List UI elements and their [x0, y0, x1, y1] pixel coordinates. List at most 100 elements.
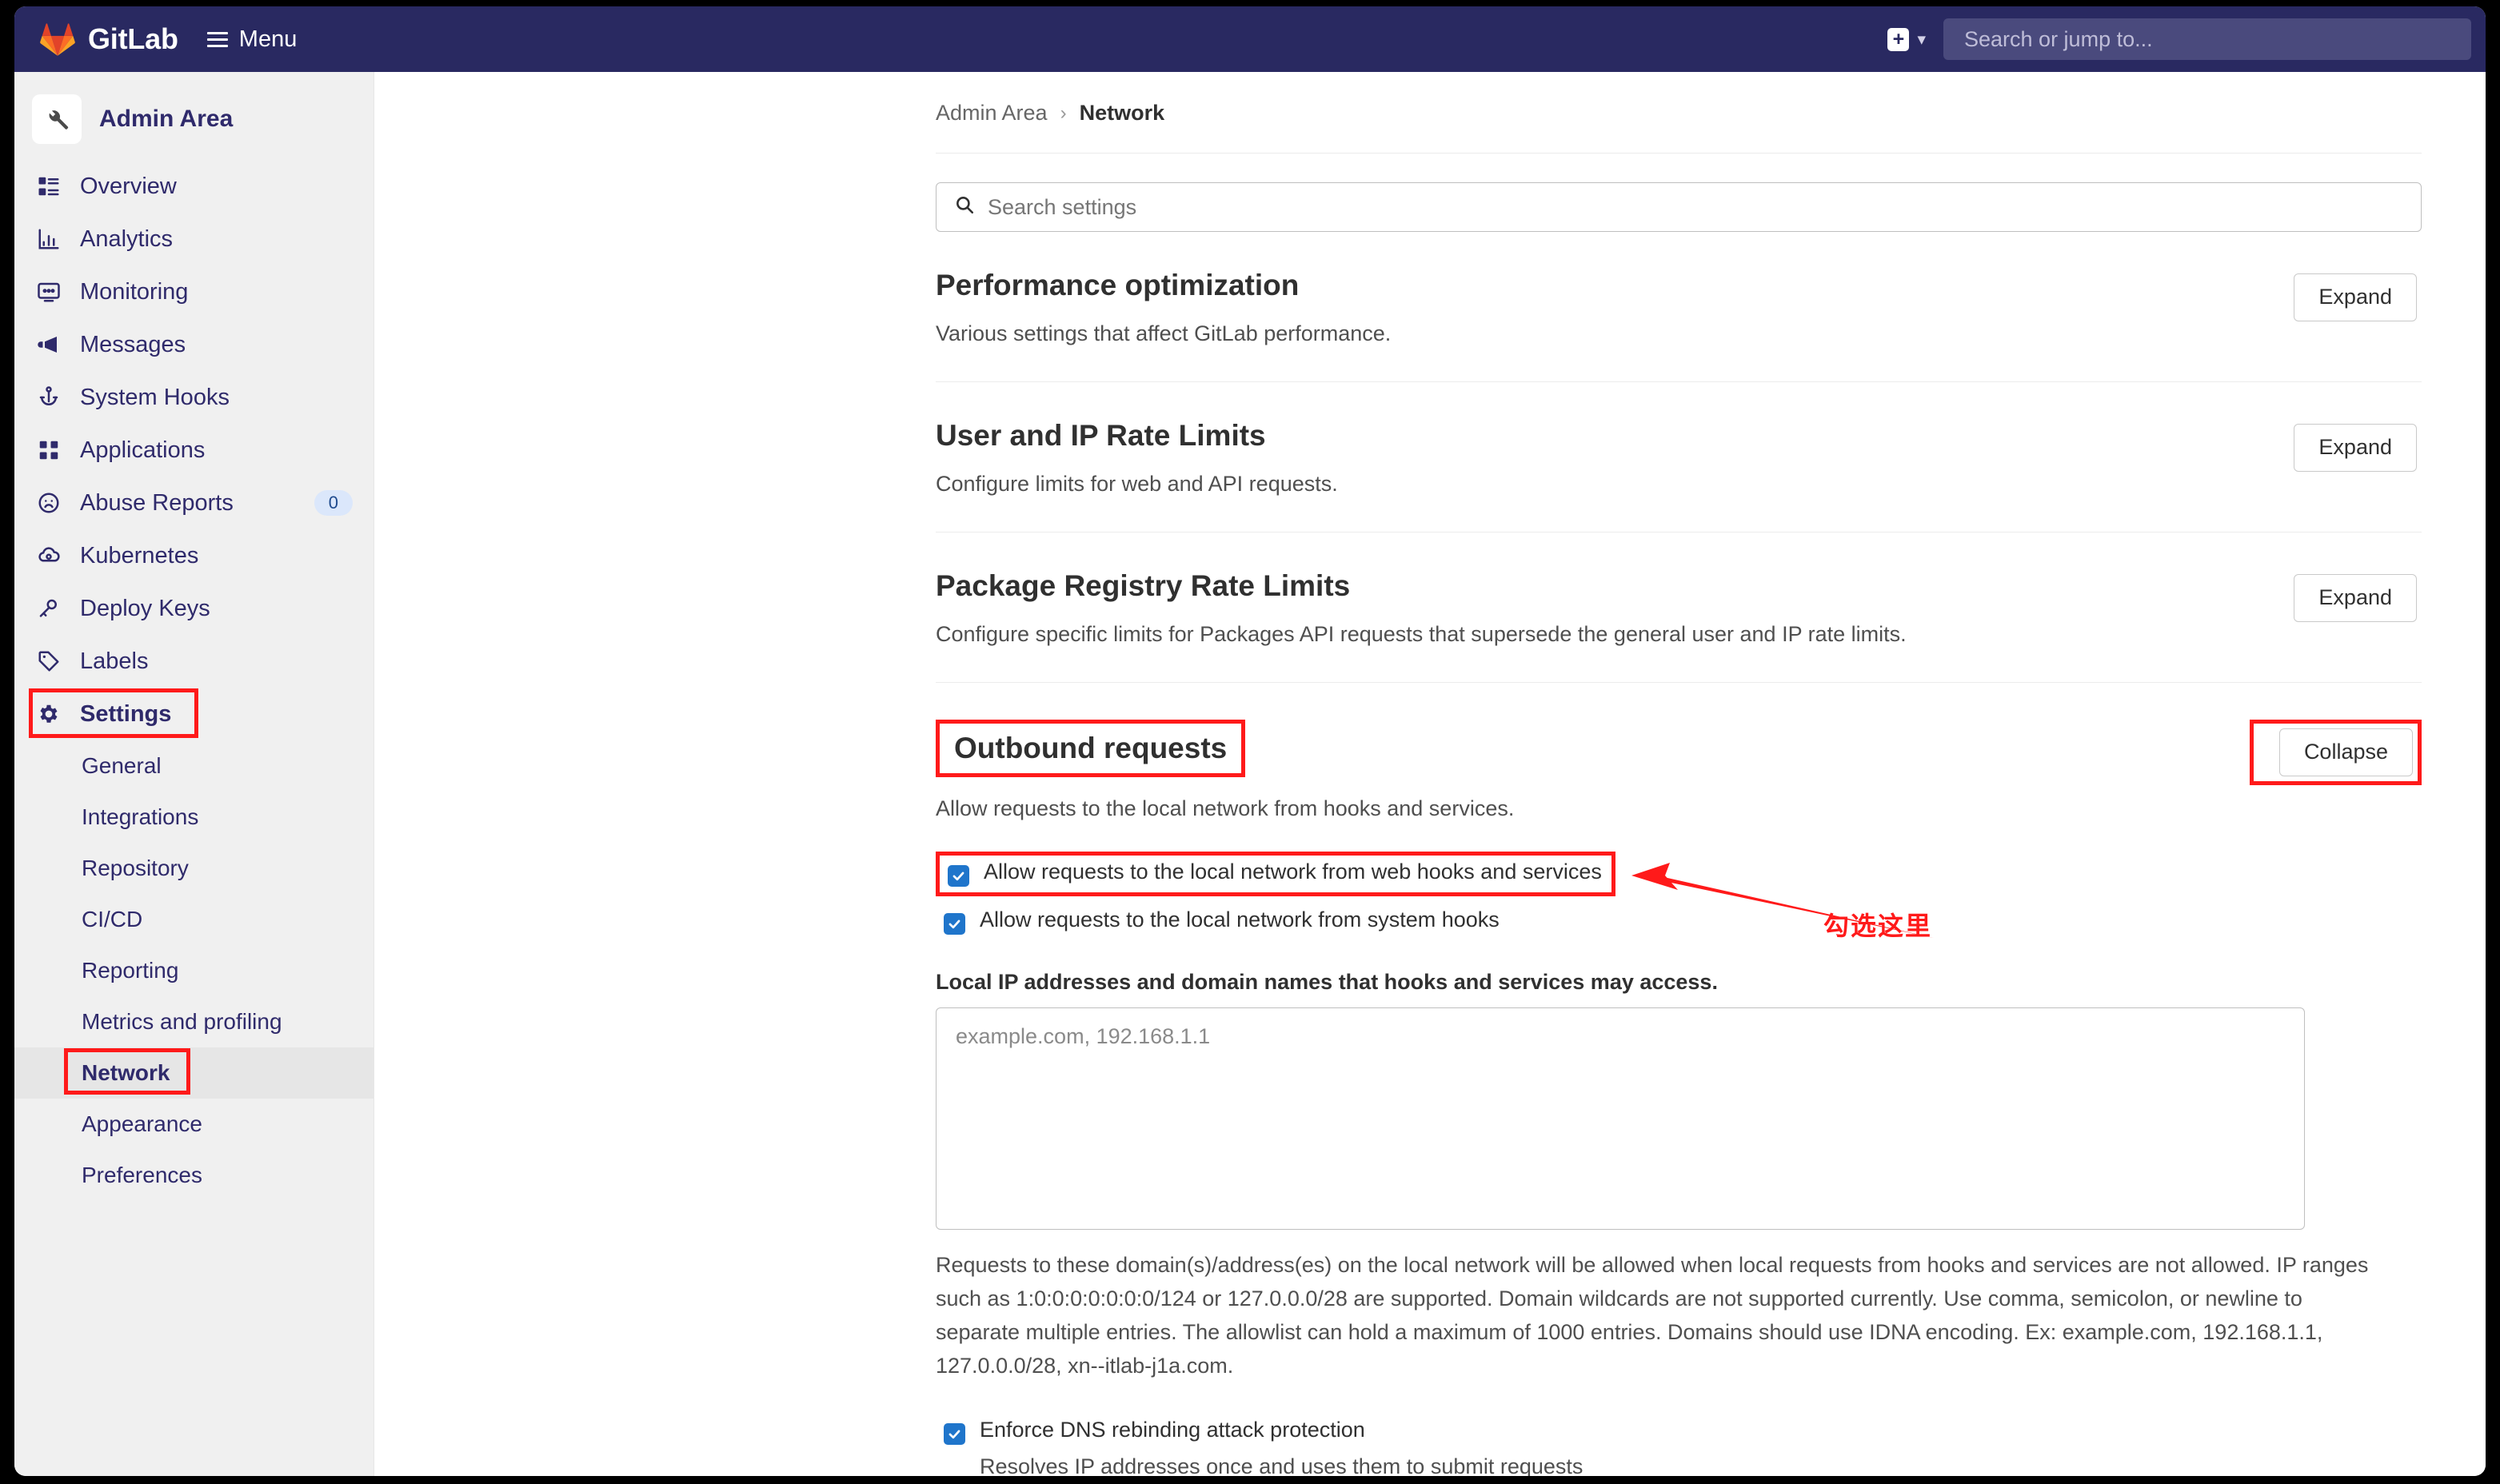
- section-package-registry-rate-limits: Package Registry Rate Limits Configure s…: [936, 533, 2422, 683]
- sidebar-item-label: Kubernetes: [80, 542, 199, 568]
- main-menu-button[interactable]: Menu: [199, 22, 306, 58]
- sidebar-item-labels[interactable]: Labels: [14, 635, 373, 688]
- checkbox-label-webhooks: Allow requests to the local network from…: [984, 860, 1602, 884]
- topbar-right-group: + ▾ Search or jump to...: [1883, 6, 2486, 72]
- chevron-down-icon: ▾: [1917, 30, 1926, 49]
- checkbox-row-dns[interactable]: Enforce DNS rebinding attack protection: [944, 1418, 2422, 1446]
- expand-button[interactable]: Expand: [2294, 273, 2417, 321]
- sidebar-context-header[interactable]: Admin Area: [14, 83, 373, 160]
- create-new-button[interactable]: + ▾: [1883, 25, 1931, 54]
- section-title: User and IP Rate Limits: [936, 419, 1266, 452]
- breadcrumb-separator-icon: ›: [1060, 102, 1067, 124]
- hook-icon: [35, 384, 62, 411]
- key-icon: [35, 595, 62, 622]
- sidebar-item-integrations[interactable]: Integrations: [14, 792, 373, 843]
- app-window: GitLab Menu + ▾ Search or jump to... Adm…: [14, 6, 2486, 1476]
- sidebar-item-deploy-keys[interactable]: Deploy Keys: [14, 582, 373, 635]
- section-description: Various settings that affect GitLab perf…: [936, 321, 1392, 345]
- sidebar-item-overview[interactable]: Overview: [14, 160, 373, 213]
- section-description: Configure limits for web and API request…: [936, 472, 1338, 496]
- section-title: Outbound requests: [954, 732, 1228, 764]
- search-icon: [954, 194, 975, 221]
- sidebar-item-analytics[interactable]: Analytics: [14, 213, 373, 265]
- sidebar-item-label: System Hooks: [80, 384, 230, 410]
- wrench-icon: [32, 94, 82, 144]
- outbound-form: Allow requests to the local network from…: [936, 852, 2422, 1476]
- sidebar-item-label: Appearance: [82, 1111, 203, 1136]
- top-navigation-bar: GitLab Menu + ▾ Search or jump to...: [14, 6, 2486, 72]
- main-content: Admin Area › Network Search settings Per…: [374, 72, 2486, 1476]
- sidebar-item-messages[interactable]: Messages: [14, 318, 373, 371]
- sidebar-item-label: Monitoring: [80, 278, 189, 305]
- expand-button[interactable]: Expand: [2294, 574, 2417, 622]
- section-description: Configure specific limits for Packages A…: [936, 622, 1907, 646]
- breadcrumb-current: Network: [1079, 101, 1165, 125]
- sidebar-item-label: CI/CD: [82, 907, 143, 931]
- sidebar-item-reporting[interactable]: Reporting: [14, 945, 373, 996]
- monitor-icon: [35, 278, 62, 305]
- section-performance-optimization: Performance optimization Various setting…: [936, 232, 2422, 382]
- sidebar-item-abuse-reports[interactable]: Abuse Reports 0: [14, 477, 373, 529]
- allowlist-textarea[interactable]: [936, 1007, 2305, 1230]
- sidebar-item-kubernetes[interactable]: Kubernetes: [14, 529, 373, 582]
- sidebar-item-general[interactable]: General: [14, 740, 373, 792]
- search-settings-input[interactable]: Search settings: [936, 182, 2422, 232]
- sidebar-item-label: Applications: [80, 437, 206, 463]
- sidebar-item-monitoring[interactable]: Monitoring: [14, 265, 373, 318]
- allowlist-help-text: Requests to these domain(s)/address(es) …: [936, 1253, 2369, 1378]
- section-outbound-requests: Outbound requests Allow requests to the …: [936, 683, 2422, 1476]
- section-title: Performance optimization: [936, 269, 1300, 301]
- section-description: Allow requests to the local network from…: [936, 796, 1515, 820]
- chart-icon: [35, 225, 62, 253]
- megaphone-icon: [35, 331, 62, 358]
- topbar-left-group: GitLab Menu: [14, 22, 305, 58]
- sidebar-item-label: Abuse Reports: [80, 489, 234, 516]
- collapse-button-wrapper: Collapse: [2249, 720, 2422, 785]
- collapse-button[interactable]: Collapse: [2278, 728, 2413, 776]
- sidebar-item-label: Labels: [80, 648, 149, 674]
- expand-button[interactable]: Expand: [2294, 424, 2417, 472]
- checkbox-allow-system-hooks[interactable]: [944, 913, 965, 935]
- checkbox-row-webhooks[interactable]: Allow requests to the local network from…: [948, 860, 1602, 887]
- expand-button-wrapper: Expand: [2268, 569, 2422, 627]
- breadcrumb: Admin Area › Network: [374, 72, 2486, 126]
- gitlab-wordmark: GitLab: [88, 22, 178, 55]
- gitlab-logo-link[interactable]: GitLab: [40, 22, 178, 56]
- settings-content: Search settings Performance optimization…: [374, 153, 2486, 1476]
- sidebar-item-applications[interactable]: Applications: [14, 424, 373, 477]
- sidebar-item-label: Metrics and profiling: [82, 1009, 282, 1034]
- admin-sidebar: Admin Area Overview Analytics Monitoring…: [14, 72, 374, 1476]
- dns-sub-text: Resolves IP addresses once and uses them…: [980, 1454, 1583, 1476]
- sidebar-item-appearance[interactable]: Appearance: [14, 1099, 373, 1150]
- global-search-placeholder: Search or jump to...: [1964, 26, 2153, 51]
- applications-icon: [35, 437, 62, 464]
- sidebar-item-label: General: [82, 753, 162, 778]
- checkbox-row-system-hooks[interactable]: Allow requests to the local network from…: [944, 908, 2422, 935]
- sidebar-context-title: Admin Area: [99, 106, 234, 132]
- global-search-input[interactable]: Search or jump to...: [1943, 18, 2471, 60]
- allowlist-field-label: Local IP addresses and domain names that…: [936, 970, 1718, 994]
- sidebar-item-network[interactable]: Network: [14, 1047, 373, 1099]
- sidebar-item-cicd[interactable]: CI/CD: [14, 894, 373, 945]
- checkbox-allow-webhooks[interactable]: [948, 865, 969, 887]
- section-user-and-ip-rate-limits: User and IP Rate Limits Configure limits…: [936, 382, 2422, 533]
- kubernetes-icon: [35, 542, 62, 569]
- gitlab-tanuki-icon: [40, 22, 75, 56]
- sidebar-item-label: Settings: [80, 700, 172, 727]
- sidebar-item-system-hooks[interactable]: System Hooks: [14, 371, 373, 424]
- sidebar-item-label: Repository: [82, 856, 189, 880]
- abuse-reports-badge: 0: [313, 490, 353, 516]
- checkbox-label-dns: Enforce DNS rebinding attack protection: [980, 1418, 1365, 1442]
- label-icon: [35, 648, 62, 675]
- gear-icon: [35, 700, 62, 728]
- sidebar-item-metrics-and-profiling[interactable]: Metrics and profiling: [14, 996, 373, 1047]
- sidebar-item-preferences[interactable]: Preferences: [14, 1150, 373, 1201]
- sidebar-item-label: Messages: [80, 331, 186, 357]
- sidebar-item-repository[interactable]: Repository: [14, 843, 373, 894]
- content-divider: [936, 153, 2422, 154]
- sidebar-item-settings[interactable]: Settings: [14, 688, 373, 740]
- sidebar-item-label: Overview: [80, 173, 177, 199]
- checkbox-enforce-dns-rebinding-protection[interactable]: [944, 1423, 965, 1446]
- sidebar-item-label: Integrations: [82, 804, 199, 829]
- breadcrumb-root[interactable]: Admin Area: [936, 101, 1048, 126]
